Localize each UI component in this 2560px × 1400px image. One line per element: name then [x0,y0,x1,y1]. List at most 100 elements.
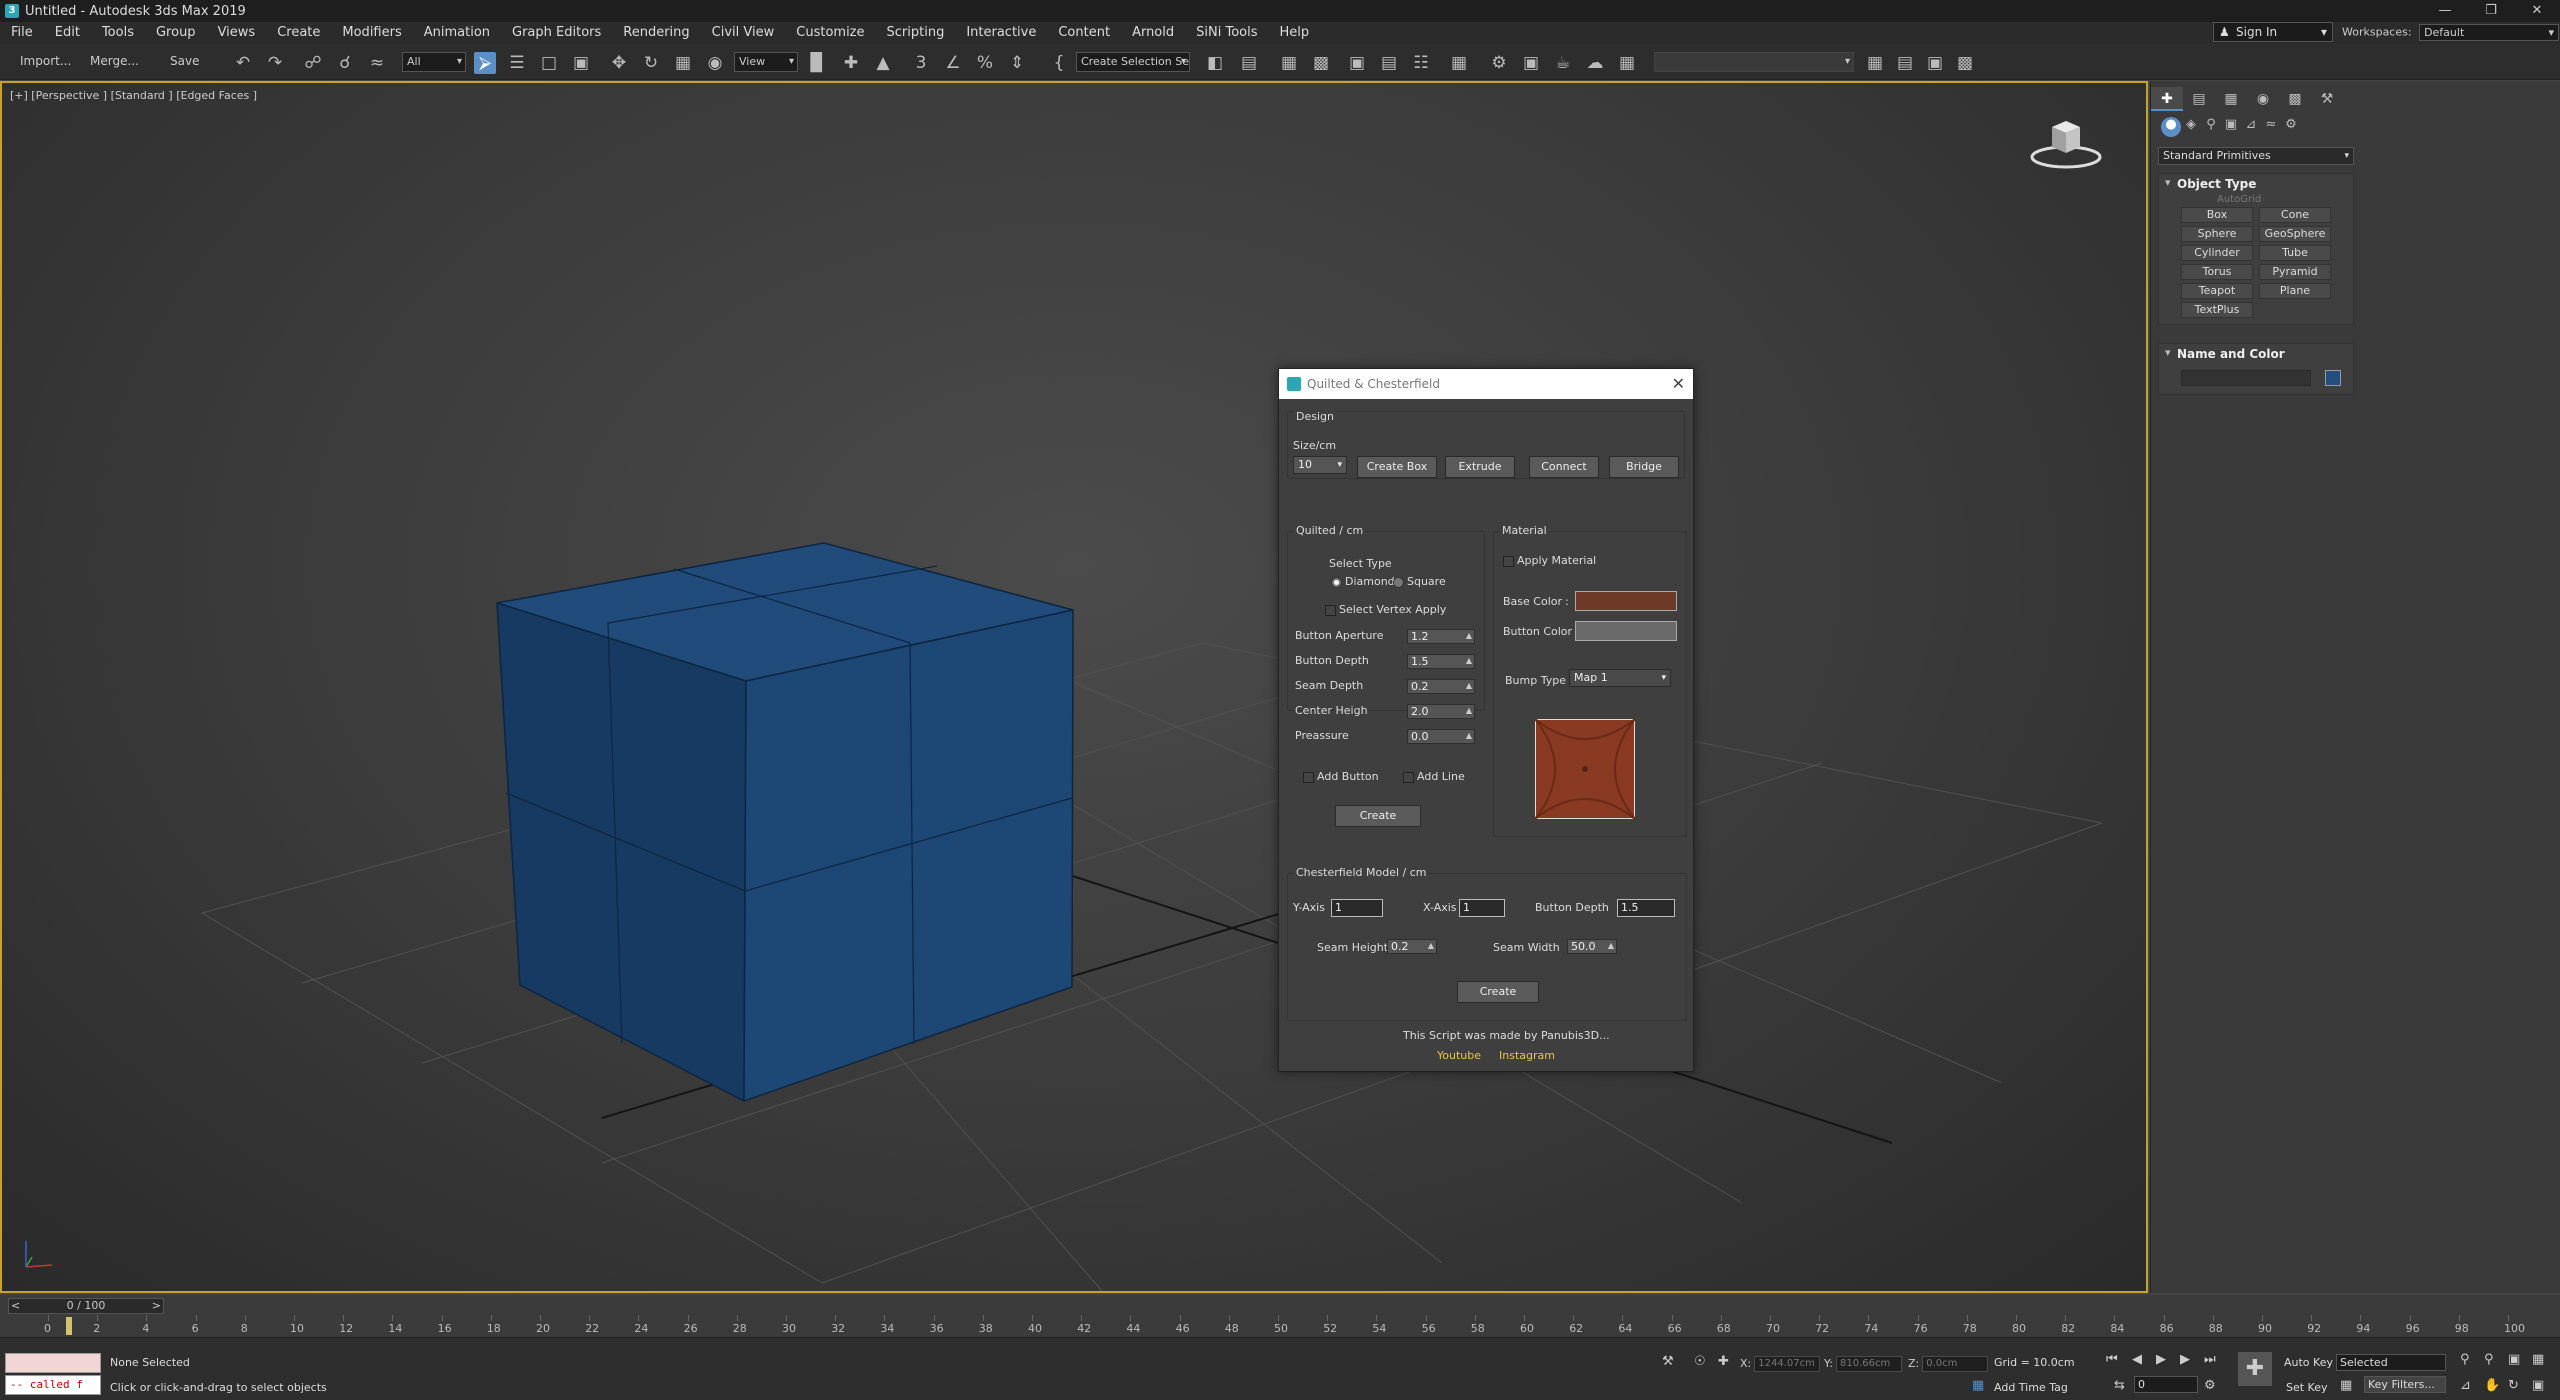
pressure-spinner[interactable]: 0.0 ▲ [1407,729,1475,744]
region-select-icon[interactable]: □ [538,52,560,74]
select-vertex-apply-checkbox[interactable]: Select Vertex Apply [1325,603,1446,616]
maximize-viewport-icon[interactable]: ▣ [2532,1378,2544,1393]
connect-button[interactable]: Connect [1529,456,1599,478]
align-icon[interactable]: ▤ [1238,52,1260,74]
named-selection-dropdown[interactable]: Create Selection Se ▾ [1076,52,1190,72]
chesterfield-create-button[interactable]: Create [1457,981,1539,1003]
seam-width-spinner[interactable]: 50.0 ▲ [1567,939,1617,954]
zoom-extents-icon[interactable]: ▣ [2508,1352,2520,1367]
utilities-tab-icon[interactable]: ⚒ [2311,87,2343,111]
menu-create[interactable]: Create [266,22,331,44]
reference-coordinate-dropdown[interactable]: View ▾ [734,52,798,72]
field-of-view-icon[interactable]: ⊿ [2460,1378,2471,1393]
render-preset-dropdown[interactable]: ▾ [1654,52,1854,72]
perspective-viewport[interactable]: [+] [Perspective ] [Standard ] [Edged Fa… [0,81,2148,1293]
spinner-snap-icon[interactable]: ⇕ [1006,52,1028,74]
menu-interactive[interactable]: Interactive [955,22,1047,44]
size-dropdown[interactable]: 10 ▾ [1293,456,1347,474]
next-frame-icon[interactable]: ▶ [2180,1352,2190,1367]
save-button[interactable]: Save [170,54,199,68]
minimize-icon[interactable]: — [2422,0,2468,22]
extrude-button[interactable]: Extrude [1445,456,1515,478]
menu-rendering[interactable]: Rendering [612,22,700,44]
cameras-icon[interactable]: ▣ [2221,117,2241,137]
close-icon[interactable]: ✕ [2514,0,2560,22]
quilted-button-depth-spinner[interactable]: 1.5 ▲ [1407,654,1475,669]
y-coordinate-input[interactable]: 810.66cm [1835,1356,1902,1372]
helpers-icon[interactable]: ⊿ [2241,117,2261,137]
project-folder-icon[interactable]: ▦ [1864,52,1886,74]
time-slider-prev[interactable]: < [11,1299,20,1313]
play-icon[interactable]: ▶ [2156,1352,2166,1367]
bump-type-dropdown[interactable]: Map 1 ▾ [1569,669,1671,687]
menu-customize[interactable]: Customize [785,22,875,44]
material-editor-icon[interactable]: ▦ [1448,52,1470,74]
export-icon[interactable]: ▩ [1954,52,1976,74]
sign-in-dropdown[interactable]: ♟ Sign In ▾ [2213,22,2333,42]
go-to-start-icon[interactable]: ⏮ [2106,1352,2118,1367]
import-button[interactable]: Import... [20,54,71,68]
menu-file[interactable]: File [0,22,44,44]
instagram-link[interactable]: Instagram [1499,1049,1555,1062]
angle-snap-icon[interactable]: ∠ [942,52,964,74]
time-slider-next[interactable]: > [152,1299,161,1313]
time-cursor[interactable] [66,1317,72,1335]
merge-button[interactable]: Merge... [90,54,139,68]
bridge-button[interactable]: Bridge [1609,456,1679,478]
menu-views[interactable]: Views [207,22,267,44]
primitive-category-dropdown[interactable]: Standard Primitives ▾ [2158,147,2354,165]
x-coordinate-input[interactable]: 1244.07cm [1754,1356,1821,1372]
previous-frame-icon[interactable]: ◀ [2132,1352,2142,1367]
orbit-icon[interactable]: ↻ [2508,1378,2519,1393]
render-setup-icon[interactable]: ⚙ [1488,52,1510,74]
add-button-checkbox[interactable]: Add Button [1303,770,1379,783]
apply-material-checkbox[interactable]: Apply Material [1503,554,1596,567]
zoom-all-icon[interactable]: ⚲ [2484,1352,2494,1367]
youtube-link[interactable]: Youtube [1437,1049,1481,1062]
snap-toggle-icon[interactable]: 3 [910,52,932,74]
teapot-button[interactable]: Teapot [2181,283,2253,299]
button-color-swatch[interactable] [1575,621,1677,641]
menu-graph-editors[interactable]: Graph Editors [501,22,612,44]
object-name-input[interactable] [2181,370,2311,386]
menu-arnold[interactable]: Arnold [1121,22,1185,44]
zoom-icon[interactable]: ⚲ [2460,1352,2470,1367]
square-radio[interactable]: Square [1393,575,1446,588]
object-type-header[interactable]: Object Type [2159,174,2353,194]
dialog-title-bar[interactable]: Quilted & Chesterfield ✕ [1279,369,1693,399]
maxscript-listener-input[interactable] [5,1353,101,1373]
select-by-name-icon[interactable]: ☰ [506,52,528,74]
undo-icon[interactable]: ↶ [232,52,254,74]
render-online-icon[interactable]: ☁ [1584,52,1606,74]
modify-tab-icon[interactable]: ▤ [2183,87,2215,111]
rotate-icon[interactable]: ↻ [640,52,662,74]
shapes-icon[interactable]: ◈ [2181,117,2201,137]
plane-button[interactable]: Plane [2259,283,2331,299]
systems-icon[interactable]: ⚙ [2281,117,2301,137]
set-key-button[interactable]: Set Key [2286,1381,2328,1394]
menu-tools[interactable]: Tools [91,22,145,44]
render-preset-icon[interactable]: ▦ [1616,52,1638,74]
rendered-frame-icon[interactable]: ▣ [1520,52,1542,74]
menu-edit[interactable]: Edit [44,22,91,44]
link-icon[interactable]: ☍ [302,52,324,74]
lights-icon[interactable]: ⚲ [2201,117,2221,137]
quilted-create-button[interactable]: Create [1335,805,1421,827]
percent-snap-icon[interactable]: % [974,52,996,74]
autogrid-checkbox[interactable]: AutoGrid [2159,194,2353,205]
scale-icon[interactable]: ▦ [672,52,694,74]
chesterfield-button-depth-input[interactable]: 1.5 [1617,899,1675,917]
save-file-icon[interactable]: ▣ [1924,52,1946,74]
select-manipulate-icon[interactable]: ✚ [840,52,862,74]
zoom-extents-all-icon[interactable]: ▦ [2532,1352,2544,1367]
viewcube-icon[interactable] [2026,113,2106,177]
key-tangent-icon[interactable]: ▦ [2340,1378,2352,1393]
x-axis-input[interactable]: 1 [1459,899,1505,917]
menu-help[interactable]: Help [1269,22,1321,44]
lock-selection-icon[interactable]: ☉ [1694,1354,1706,1369]
go-to-end-icon[interactable]: ⏭ [2204,1352,2216,1367]
menu-content[interactable]: Content [1047,22,1121,44]
display-tab-icon[interactable]: ▩ [2279,87,2311,111]
seam-depth-spinner[interactable]: 0.2 ▲ [1407,679,1475,694]
edit-named-selection-icon[interactable]: { [1048,52,1070,74]
